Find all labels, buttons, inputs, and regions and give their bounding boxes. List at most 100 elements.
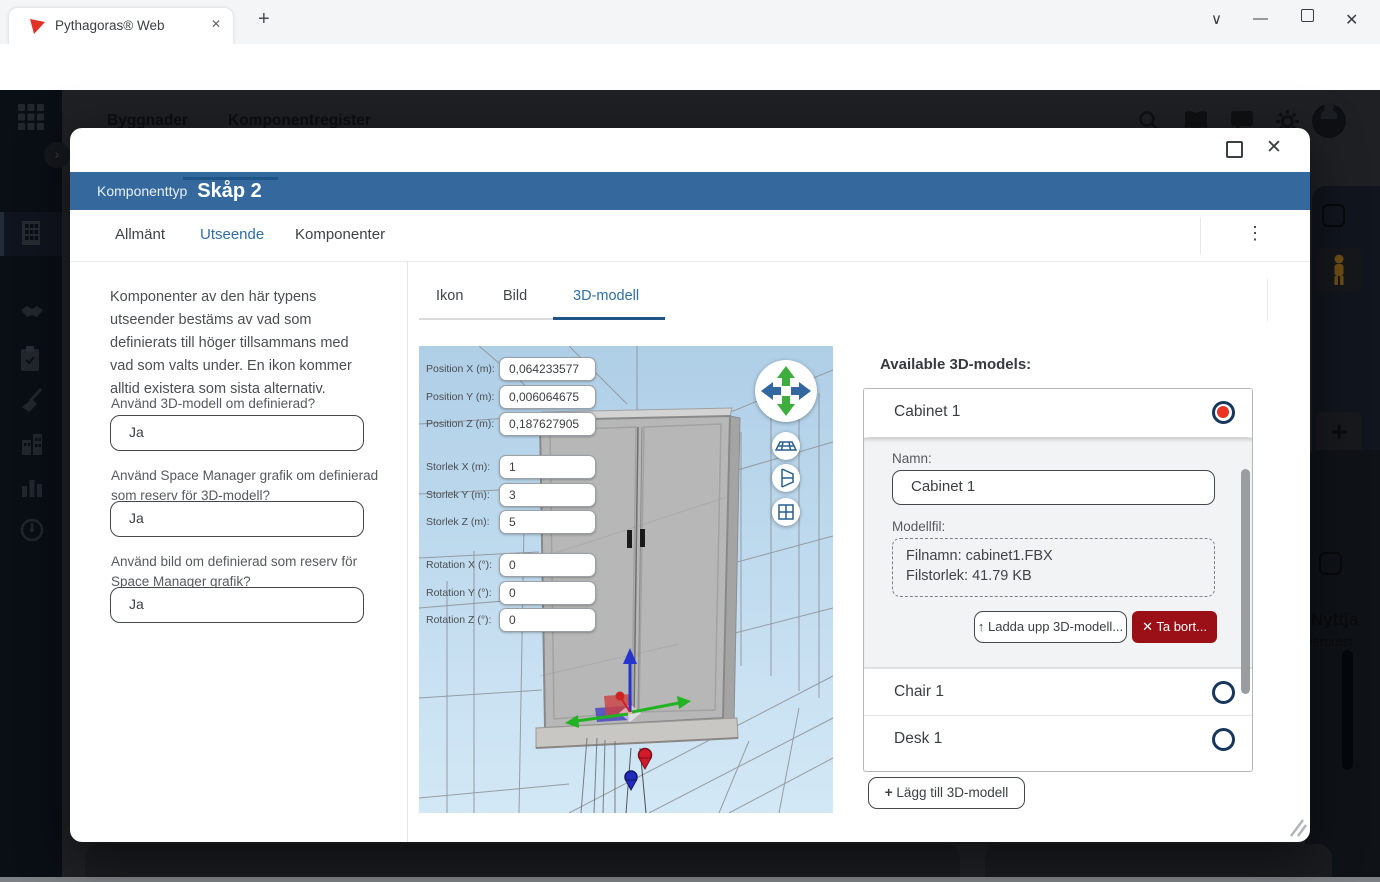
pan-control-button[interactable] (755, 360, 817, 422)
bg-pegman-button[interactable] (1316, 248, 1362, 292)
rotation-x-input[interactable]: 0 (499, 553, 596, 577)
view-side-button[interactable] (772, 464, 800, 492)
tab-bild[interactable]: Bild (503, 288, 527, 304)
bg-bottom-edge (0, 877, 1380, 882)
bg-panel-text-2: verprest (1306, 634, 1353, 649)
perspective-floor-icon (772, 432, 800, 460)
use-sm-graphics-select[interactable]: Ja (110, 501, 364, 537)
side-view-icon (772, 464, 800, 492)
model-row-cabinet-1[interactable]: Cabinet 1 (864, 389, 1252, 437)
window-minimize-icon[interactable]: — (1253, 10, 1268, 27)
bg-zoom-in-button[interactable]: + (1316, 412, 1362, 454)
remove-model-button[interactable]: ✕ Ta bort... (1132, 611, 1217, 643)
inner-tab-active-underline (553, 317, 665, 320)
component-type-dialog: ✕ Komponenttyp Skåp 2 Allmänt Utseende K… (70, 128, 1310, 842)
radio-chair-1[interactable] (1212, 681, 1235, 704)
use-image-select[interactable]: Ja (110, 587, 364, 623)
appearance-description: Komponenter av den här typens utseender … (110, 286, 372, 401)
model-name-input[interactable]: Cabinet 1 (892, 470, 1215, 505)
tab-search-icon[interactable]: ∨ (1211, 10, 1222, 28)
position-z-label: Position Z (m): (426, 412, 498, 436)
dialog-title: Skåp 2 (197, 180, 261, 203)
favicon-pythagoras (29, 18, 46, 35)
dialog-maximize-icon[interactable] (1226, 141, 1243, 158)
size-y-label: Storlek Y (m): (426, 483, 498, 507)
use-3d-model-label: Använd 3D-modell om definierad? (111, 394, 381, 414)
position-x-input[interactable]: 0,064233577 (499, 357, 596, 381)
sidebar-gauge-icon[interactable] (20, 518, 44, 542)
bg-right-panel: Nyttja verprest (1305, 450, 1380, 882)
remove-x-icon: ✕ (1142, 619, 1153, 634)
sidebar-factory-icon[interactable] (20, 432, 44, 456)
rotation-y-label: Rotation Y (°): (426, 581, 498, 605)
window-maximize-icon[interactable] (1301, 9, 1314, 22)
size-x-label: Storlek X (m): (426, 455, 498, 479)
active-tab-underline (183, 177, 278, 180)
bg-panel-text-1: Nyttja (1311, 610, 1358, 630)
rotation-y-input[interactable]: 0 (499, 581, 596, 605)
screen: Pythagoras® Web ✕ + ∨ — ✕ ← → ↻ pim.pyth… (0, 0, 1380, 882)
size-x-input[interactable]: 1 (499, 455, 596, 479)
app-launcher-grid-icon[interactable] (16, 102, 46, 132)
sidebar-expand-chevron[interactable]: › (44, 142, 70, 168)
rotation-z-label: Rotation Z (°): (426, 608, 498, 632)
dialog-close-icon[interactable]: ✕ (1266, 136, 1282, 159)
pegman-icon (1330, 254, 1348, 286)
new-tab-button[interactable]: + (258, 8, 270, 31)
tab-ikon[interactable]: Ikon (436, 288, 463, 304)
model-row-chair-1[interactable]: Chair 1 (864, 668, 1252, 716)
model-file-label: Modellfil: (892, 519, 945, 534)
file-size: Filstorlek: 41.79 KB (906, 567, 1214, 587)
upload-model-button[interactable]: ↑ Ladda upp 3D-modell... (974, 611, 1127, 643)
tab-komponenter[interactable]: Komponenter (295, 226, 385, 243)
sidebar-handshake-icon[interactable] (20, 304, 44, 320)
model-list: Cabinet 1 Namn: Cabinet 1 Modellfil: Fil… (863, 388, 1253, 772)
bg-map-checkbox[interactable] (1322, 204, 1345, 227)
sidebar-broom-icon[interactable] (20, 388, 44, 414)
dialog-tab-bar: Allmänt Utseende Komponenter ⋮ (70, 210, 1310, 262)
browser-toolbar: ← → ↻ pim.pythagoras.se/py_datamanager_i… (0, 44, 1380, 90)
radio-desk-1[interactable] (1212, 728, 1235, 751)
inner-tab-divider (1267, 278, 1268, 322)
view-perspective-button[interactable] (772, 432, 800, 460)
left-panel-divider (407, 262, 408, 842)
size-z-input[interactable]: 5 (499, 510, 596, 534)
model-detail-panel: Namn: Cabinet 1 Modellfil: Filnamn: cabi… (864, 438, 1252, 668)
tab-allmant[interactable]: Allmänt (115, 226, 165, 243)
tab-utseende[interactable]: Utseende (200, 226, 264, 243)
tab-3d-modell[interactable]: 3D-modell (573, 288, 639, 304)
sidebar-buildings-icon[interactable] (20, 220, 42, 246)
position-z-input[interactable]: 0,187627905 (499, 412, 596, 436)
bg-panel-scrollbar[interactable] (1342, 650, 1353, 770)
model-list-scrollbar[interactable] (1241, 469, 1250, 694)
view-front-button[interactable] (772, 498, 800, 526)
bg-panel-checkbox[interactable] (1319, 552, 1342, 575)
rotation-x-label: Rotation X (°): (426, 553, 498, 577)
front-grid-icon (772, 498, 800, 526)
file-name: Filnamn: cabinet1.FBX (906, 547, 1214, 567)
sidebar-chart-icon[interactable] (20, 476, 44, 498)
pan-arrows-icon (755, 360, 817, 422)
size-y-input[interactable]: 3 (499, 483, 596, 507)
3d-viewport[interactable]: Position X (m): 0,064233577 Position Y (… (419, 346, 833, 813)
upload-icon: ↑ (978, 619, 985, 634)
dialog-menu-kebab-icon[interactable]: ⋮ (1246, 223, 1264, 244)
tab-close-icon[interactable]: ✕ (211, 17, 221, 31)
use-3d-model-select[interactable]: Ja (110, 415, 364, 451)
model-file-info: Filnamn: cabinet1.FBX Filstorlek: 41.79 … (892, 538, 1215, 597)
browser-tab[interactable]: Pythagoras® Web ✕ (8, 7, 234, 44)
bg-user-avatar[interactable] (1312, 104, 1346, 138)
window-close-icon[interactable]: ✕ (1345, 10, 1358, 30)
dialog-resize-handle[interactable] (1285, 818, 1307, 838)
position-y-label: Position Y (m): (426, 385, 498, 409)
position-y-input[interactable]: 0,006064675 (499, 385, 596, 409)
dialog-type-label: Komponenttyp (97, 183, 187, 199)
rotation-z-input[interactable]: 0 (499, 608, 596, 632)
plus-icon: + (885, 785, 893, 800)
radio-cabinet-1-selected[interactable] (1212, 401, 1235, 424)
app-sidebar: › (0, 90, 62, 882)
position-x-label: Position X (m): (426, 357, 498, 381)
sidebar-clipboard-icon[interactable] (20, 346, 40, 372)
model-row-desk-1[interactable]: Desk 1 (864, 715, 1252, 763)
add-model-button[interactable]: + Lägg till 3D-modell (868, 777, 1025, 809)
